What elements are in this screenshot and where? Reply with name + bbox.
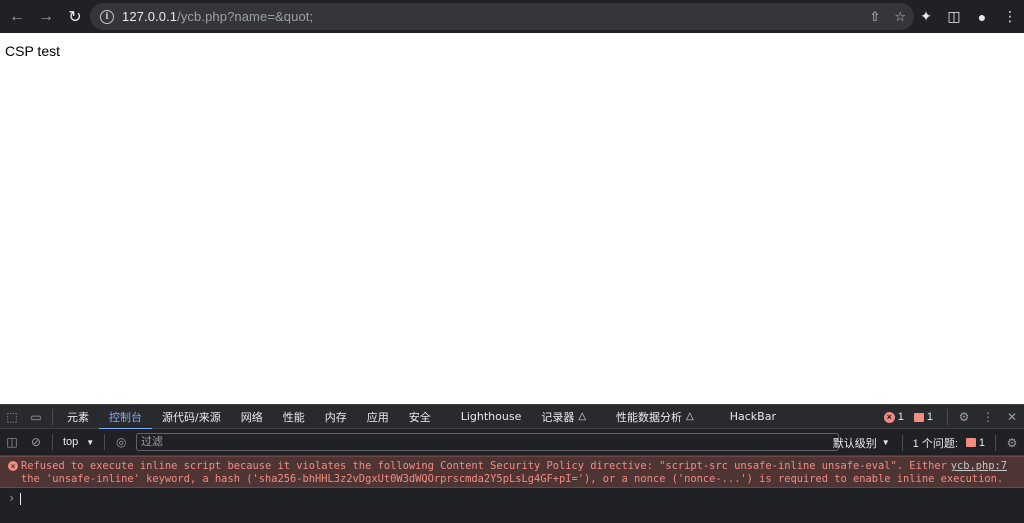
divider (995, 434, 996, 451)
log-level-dropdown[interactable]: 默认级别 ▼ (825, 435, 898, 451)
experiment-flask-icon: △ (578, 411, 587, 422)
inspect-element-icon[interactable]: ⬚ (0, 405, 24, 429)
prompt-chevron-icon: › (8, 491, 16, 505)
divider (52, 434, 53, 450)
devtools-panel: ⬚ ▭ 元素 控制台 源代码/来源 网络 性能 内存 应用 安全 Lightho… (0, 404, 1024, 523)
back-arrow-icon[interactable]: ← (4, 4, 30, 30)
side-panel-icon[interactable]: ◫ (940, 3, 968, 31)
tab-memory[interactable]: 内存 (315, 405, 357, 429)
text-caret (20, 492, 22, 505)
source-link[interactable]: ycb.php:7 (946, 460, 1007, 472)
browser-toolbar: ← → ↻ i 127.0.0.1/ycb.php?name=&quot; ⇧ … (0, 0, 1024, 33)
tab-performance-insights[interactable]: 性能数据分析 △ (596, 405, 704, 429)
menu-kebab-icon[interactable]: ⋮ (996, 3, 1024, 31)
console-settings-gear-icon[interactable]: ⚙ (1000, 431, 1024, 455)
more-options-icon[interactable]: ⋮ (976, 405, 1000, 429)
console-prompt[interactable]: › (8, 491, 22, 505)
divider (104, 434, 106, 450)
chevron-down-icon: ▼ (86, 437, 95, 447)
close-icon[interactable]: ✕ (1000, 405, 1024, 429)
tab-lighthouse[interactable]: Lighthouse (441, 405, 532, 429)
chevron-down-icon: ▼ (881, 438, 890, 447)
tab-security[interactable]: 安全 (399, 405, 441, 429)
tab-sources[interactable]: 源代码/来源 (152, 405, 231, 429)
page-body-text: CSP test (5, 43, 60, 59)
divider (901, 434, 903, 451)
error-icon: × (8, 461, 18, 471)
console-toolbar: ◫ ⊘ top ▼ ◎ 过滤 默认级别 ▼ 1 个问题: 1 ⚙ (0, 429, 1024, 456)
site-info-icon[interactable]: i (100, 9, 114, 24)
page-viewport: CSP test (0, 33, 1024, 404)
url-text[interactable]: 127.0.0.1/ycb.php?name=&quot; (122, 9, 313, 24)
tab-network[interactable]: 网络 (231, 405, 273, 429)
issue-flag-icon (913, 412, 924, 422)
device-toolbar-icon[interactable]: ▭ (24, 405, 48, 429)
issue-flag-icon (965, 438, 976, 447)
profile-avatar-icon[interactable]: ● (968, 3, 996, 31)
tab-hackbar[interactable]: HackBar (704, 405, 786, 429)
tab-console[interactable]: 控制台 (99, 405, 152, 430)
tab-recorder[interactable]: 记录器 △ (531, 405, 596, 429)
url-host: 127.0.0.1 (122, 9, 178, 24)
error-text: Refused to execute inline script because… (21, 460, 1004, 485)
bookmark-star-icon[interactable]: ☆ (894, 9, 906, 25)
error-icon: × (883, 411, 895, 423)
tab-elements[interactable]: 元素 (57, 405, 99, 429)
url-path: /ycb.php?name=&quot; (177, 9, 314, 24)
extensions-puzzle-icon[interactable]: ✦ (912, 3, 940, 31)
divider (947, 409, 948, 425)
address-bar[interactable]: i 127.0.0.1/ycb.php?name=&quot; ⇧ ☆ (90, 3, 914, 30)
forward-arrow-icon[interactable]: → (33, 4, 59, 30)
experiment-flask-icon: △ (686, 411, 694, 422)
settings-gear-icon[interactable]: ⚙ (952, 405, 976, 429)
reload-icon[interactable]: ↻ (62, 4, 88, 30)
error-counter[interactable]: × 1 (883, 411, 904, 423)
issue-counter[interactable]: 1 (913, 411, 933, 423)
clear-console-icon[interactable]: ⊘ (24, 430, 48, 454)
context-selector[interactable]: top ▼ (57, 436, 100, 448)
console-error-message: × Refused to execute inline script becau… (0, 456, 1024, 488)
issues-link[interactable]: 1 个问题: 1 (907, 435, 991, 451)
tab-performance[interactable]: 性能 (273, 405, 315, 429)
console-filter-input[interactable]: 过滤 (136, 433, 839, 451)
tab-application[interactable]: 应用 (357, 405, 399, 429)
live-expression-eye-icon[interactable]: ◎ (109, 430, 133, 454)
sidebar-toggle-icon[interactable]: ◫ (0, 430, 24, 454)
divider (52, 408, 53, 425)
devtools-tabbar: ⬚ ▭ 元素 控制台 源代码/来源 网络 性能 内存 应用 安全 Lightho… (0, 405, 1024, 430)
share-icon[interactable]: ⇧ (869, 9, 880, 25)
